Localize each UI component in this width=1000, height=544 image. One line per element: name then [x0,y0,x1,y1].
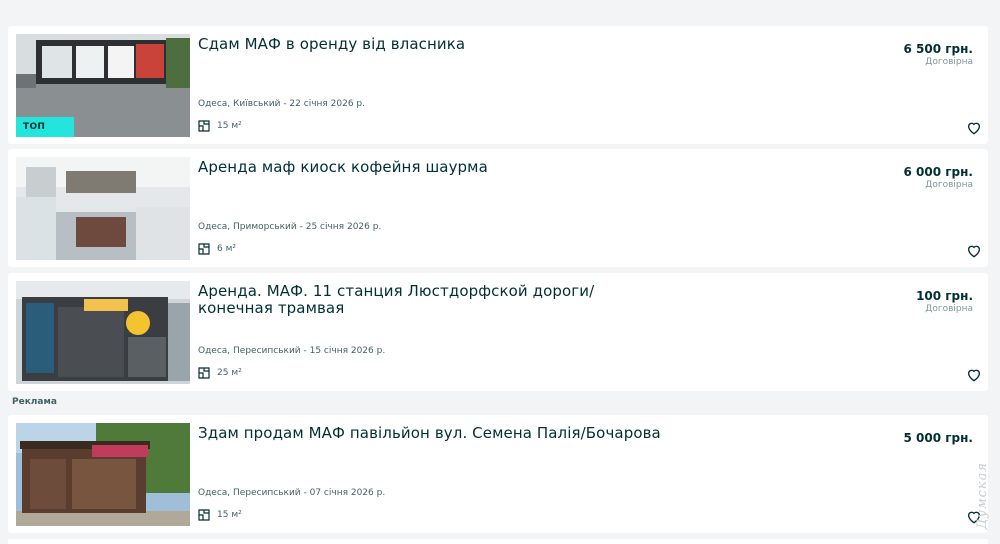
floor-plan-icon [198,509,210,521]
listing-photo[interactable] [16,157,190,260]
heart-outline-icon [967,122,981,135]
next-card-edge [8,539,988,544]
listing-price: 6 500 грн. [903,42,973,56]
listing-area: 15 м² [198,508,242,522]
area-value: 6 м² [217,244,236,254]
listing-photo[interactable] [16,281,190,384]
watermark: Думская [975,462,990,530]
listing-price: 100 грн. [916,289,973,303]
area-value: 25 м² [217,368,242,378]
heart-outline-icon [967,245,981,258]
listing-location-date: Одеса, Київський - 22 січня 2026 р. [198,99,366,109]
listing-photo[interactable] [16,423,190,526]
area-value: 15 м² [217,510,242,520]
listing-card[interactable]: Аренда маф киоск кофейня шаурма 6 000 гр… [8,149,988,267]
listing-price: 6 000 грн. [903,165,973,179]
listing-price: 5 000 грн. [903,431,973,445]
floor-plan-icon [198,367,210,379]
floor-plan-icon [198,243,210,255]
listing-location-date: Одеса, Пересипський - 07 січня 2026 р. [198,488,386,498]
listing-area: 6 м² [198,242,236,256]
listing-title[interactable]: Аренда маф киоск кофейня шаурма [198,159,668,176]
favorite-button[interactable] [966,367,982,383]
favorite-button[interactable] [966,120,982,136]
negotiable-label: Договірна [925,57,973,67]
top-badge: ТОП [16,117,74,137]
top-edge [0,0,1000,22]
listing-location-date: Одеса, Приморський - 25 січня 2026 р. [198,222,382,232]
listing-area: 15 м² [198,119,242,133]
floor-plan-icon [198,120,210,132]
listing-card[interactable]: ТОП Сдам МАФ в оренду від власника 6 500… [8,26,988,144]
ad-label: Реклама [12,397,57,407]
listing-title[interactable]: Здам продам МАФ павільйон вул. Семена Па… [198,425,668,442]
negotiable-label: Договірна [925,304,973,314]
negotiable-label: Договірна [925,180,973,190]
listing-title[interactable]: Аренда. МАФ. 11 станция Люстдорфской дор… [198,283,668,317]
listing-card[interactable]: Здам продам МАФ павільйон вул. Семена Па… [8,415,988,533]
listing-photo[interactable]: ТОП [16,34,190,137]
area-value: 15 м² [217,121,242,131]
favorite-button[interactable] [966,243,982,259]
listing-card[interactable]: Аренда. МАФ. 11 станция Люстдорфской дор… [8,273,988,391]
listing-location-date: Одеса, Пересипський - 15 січня 2026 р. [198,346,386,356]
listing-area: 25 м² [198,366,242,380]
listing-title[interactable]: Сдам МАФ в оренду від власника [198,36,668,53]
heart-outline-icon [967,369,981,382]
